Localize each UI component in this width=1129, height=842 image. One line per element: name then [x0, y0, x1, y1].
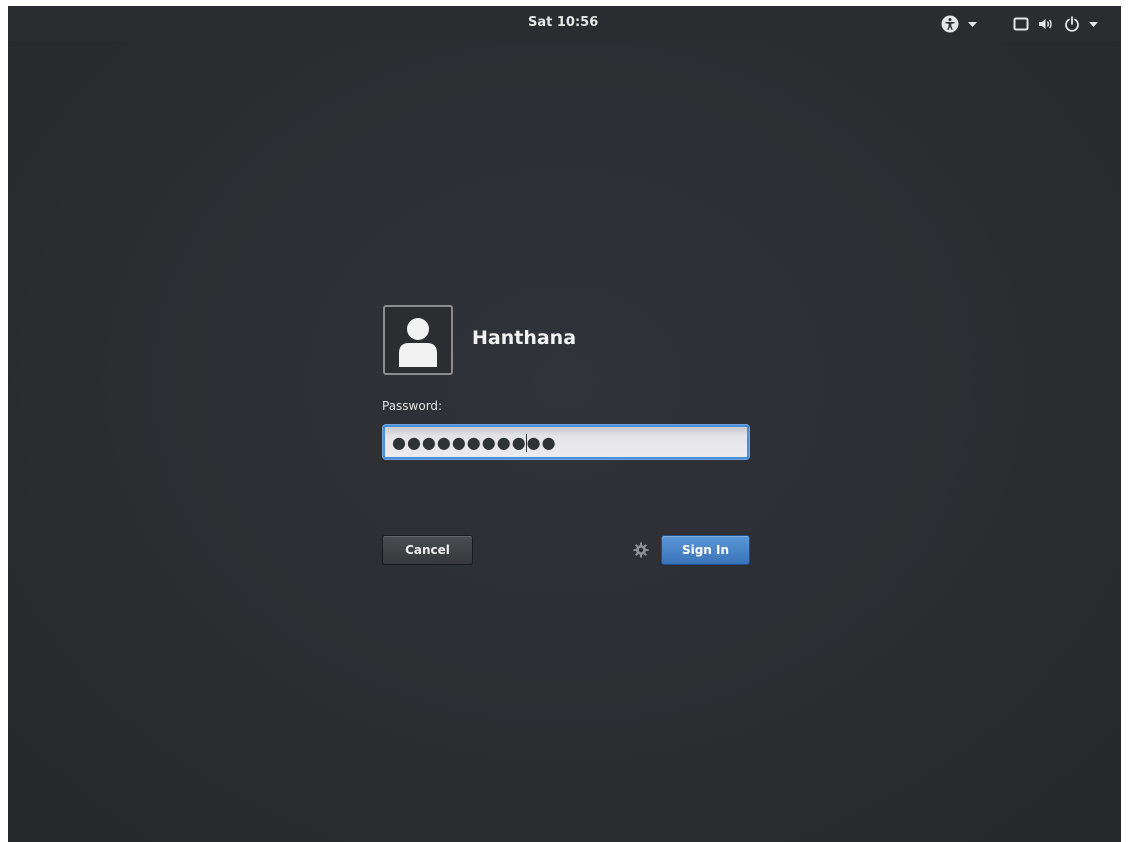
top-bar: Sat 10:56	[8, 6, 1121, 41]
text-caret	[526, 434, 527, 452]
system-menu[interactable]	[1013, 13, 1098, 35]
display-icon	[1013, 16, 1029, 32]
accessibility-icon	[941, 15, 959, 33]
password-input[interactable]: ●●●●●●●●●●●	[383, 425, 749, 459]
volume-icon	[1038, 16, 1054, 32]
user-name: Hanthana	[472, 327, 577, 349]
power-icon	[1064, 16, 1080, 32]
sign-in-button[interactable]: Sign In	[661, 535, 750, 565]
gear-icon[interactable]	[633, 542, 649, 558]
clock[interactable]: Sat 10:56	[528, 15, 598, 30]
password-masked-value: ●●●●●●●●●●●	[392, 433, 557, 452]
chevron-down-icon	[968, 21, 977, 27]
chevron-down-icon	[1089, 21, 1098, 27]
user-avatar-icon	[385, 307, 451, 373]
cancel-button[interactable]: Cancel	[382, 535, 473, 565]
avatar	[383, 305, 453, 375]
password-label: Password:	[382, 399, 443, 413]
login-screen: Sat 10:56 Hanthana Password: ●●●●●●●●●●●…	[8, 6, 1121, 842]
accessibility-menu[interactable]	[941, 13, 977, 35]
